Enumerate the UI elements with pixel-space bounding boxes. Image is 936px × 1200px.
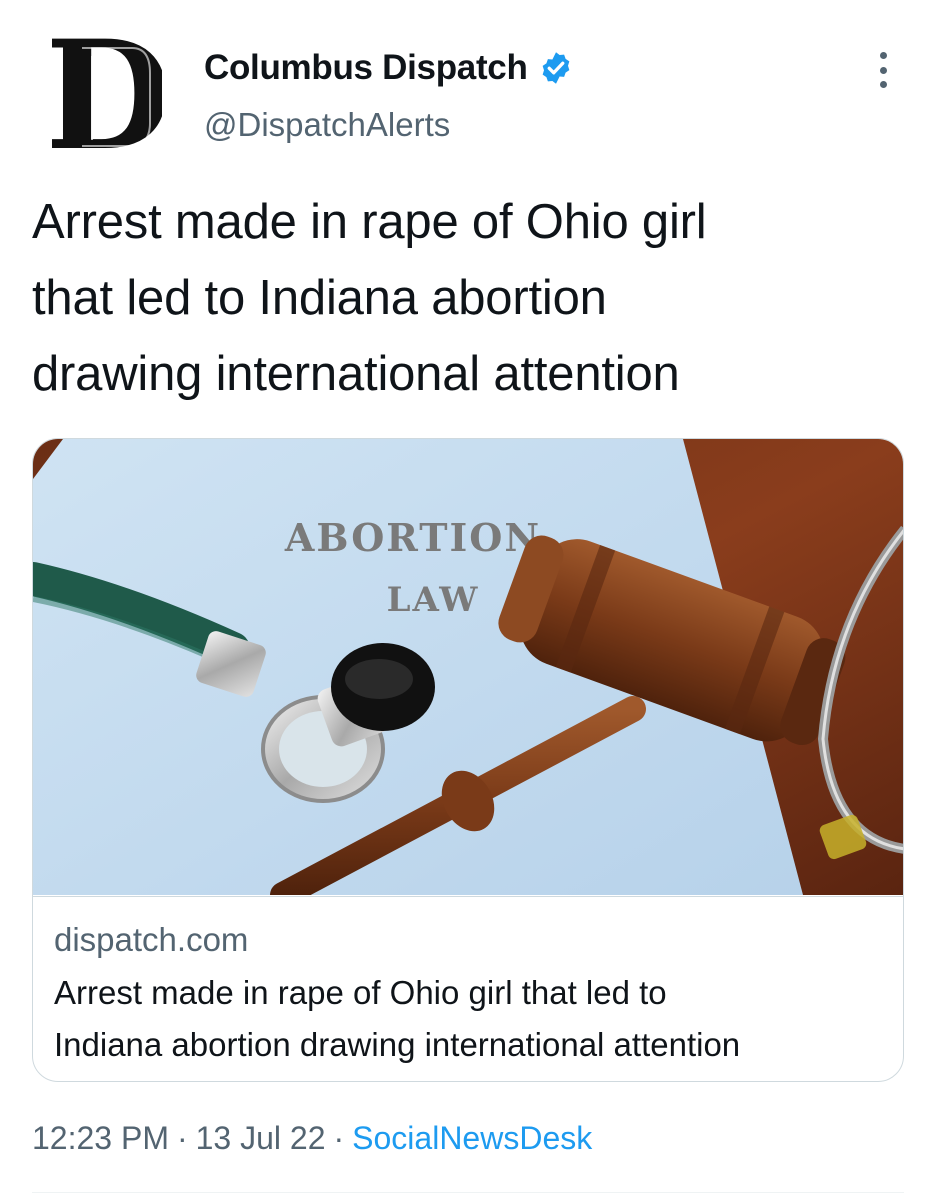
author-name[interactable]: Columbus Dispatch xyxy=(204,48,574,88)
tweet-text: Arrest made in rape of Ohio girl that le… xyxy=(32,184,912,412)
verified-badge-icon xyxy=(538,50,574,86)
card-image[interactable]: ABORTION LAW xyxy=(33,439,903,895)
tweet-text-line: drawing international attention xyxy=(32,347,680,401)
meta-separator: · xyxy=(176,1120,188,1156)
more-options-icon[interactable] xyxy=(868,50,898,90)
image-text-law: LAW xyxy=(387,580,480,620)
gothic-d-logo-icon: D xyxy=(52,28,162,160)
tweet-text-line: that led to Indiana abortion xyxy=(32,271,607,325)
tweet-text-line: Arrest made in rape of Ohio girl xyxy=(32,195,707,249)
author-handle[interactable]: @DispatchAlerts xyxy=(204,106,450,144)
gavel-stethoscope-image: ABORTION LAW xyxy=(33,439,903,895)
card-domain: dispatch.com xyxy=(54,921,249,958)
card-title: Arrest made in rape of Ohio girl that le… xyxy=(54,967,894,1071)
card-title-line: Arrest made in rape of Ohio girl that le… xyxy=(54,974,667,1011)
tweet-source-link[interactable]: SocialNewsDesk xyxy=(352,1120,592,1156)
tweet-date[interactable]: 13 Jul 22 xyxy=(196,1120,326,1156)
card-title-line: Indiana abortion drawing international a… xyxy=(54,1026,741,1063)
tweet-meta: 12:23 PM · 13 Jul 22 · SocialNewsDesk xyxy=(32,1120,592,1157)
card-body[interactable]: dispatch.com Arrest made in rape of Ohio… xyxy=(33,896,903,1081)
divider xyxy=(32,1192,904,1193)
link-preview-card[interactable]: ABORTION LAW dispatch.com Arrest made in… xyxy=(32,438,904,1082)
image-text-abortion: ABORTION xyxy=(284,515,541,560)
tweet: D Columbus Dispatch @DispatchAlerts Arre… xyxy=(0,0,936,1200)
meta-separator: · xyxy=(333,1120,345,1156)
avatar[interactable]: D xyxy=(52,28,162,160)
author-name-text: Columbus Dispatch xyxy=(204,48,528,87)
tweet-time[interactable]: 12:23 PM xyxy=(32,1120,169,1156)
